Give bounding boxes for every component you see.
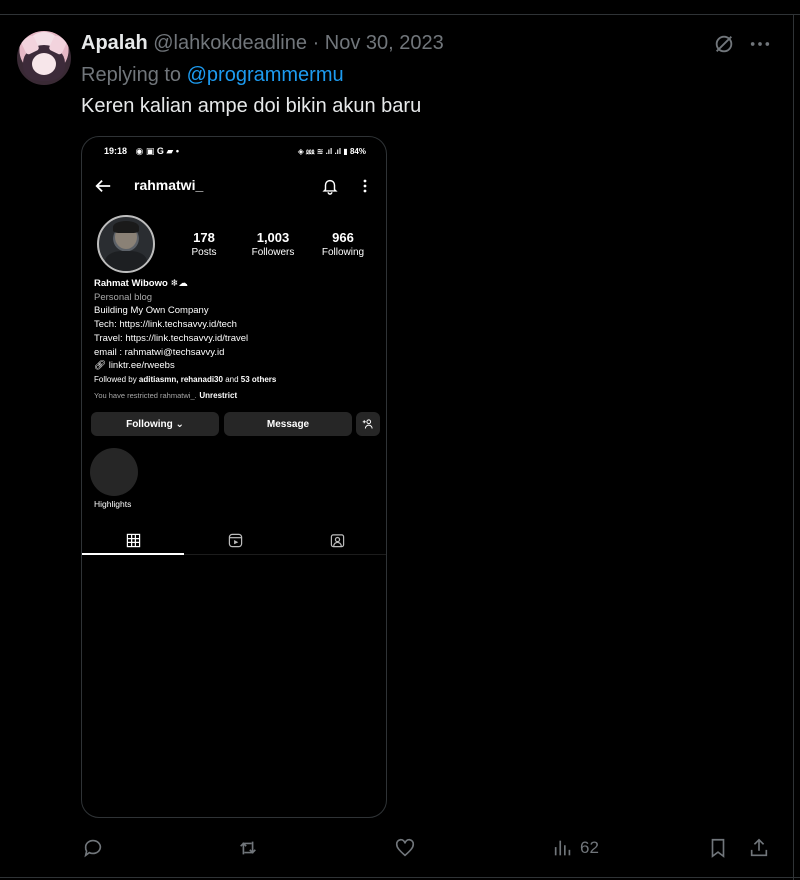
- highlight-circle: [90, 448, 138, 496]
- restricted-notice: You have restricted rahmatwi_. Unrestric…: [94, 389, 276, 403]
- restricted-text: You have restricted rahmatwi_.: [94, 390, 197, 400]
- tweet-date[interactable]: Nov 30, 2023: [325, 32, 444, 54]
- bio-line-1: Building My Own Company: [94, 305, 209, 317]
- attached-screenshot[interactable]: 19:18 ◉ ▣ G ▰ • ◈ ⅏ ≋ .ıl .ıl ▮ 84% rahm…: [81, 136, 387, 818]
- repost-button[interactable]: [237, 836, 259, 860]
- followed-by-prefix: Followed by: [94, 374, 137, 384]
- message-button: Message: [224, 412, 352, 436]
- bio-link: linktr.ee/rweebs: [108, 360, 175, 372]
- author-handle[interactable]: @lahkokdeadline: [153, 32, 307, 54]
- profile-avatar: [97, 215, 155, 273]
- followed-by-and: and: [225, 374, 239, 384]
- bio-line-2: Tech: https://link.techsavvy.id/tech: [94, 319, 237, 331]
- stat-following-value: 966: [332, 230, 354, 245]
- stat-posts-label: Posts: [191, 247, 217, 258]
- tweet-text: Keren kalian ampe doi bikin akun baru: [81, 95, 422, 117]
- stat-followers-value: 1,003: [256, 230, 290, 245]
- stat-posts-value: 178: [193, 230, 215, 245]
- heart-icon: [395, 838, 415, 857]
- status-battery: 84%: [349, 147, 366, 156]
- stat-posts: 178 Posts: [174, 230, 234, 258]
- views-count: 62: [580, 838, 599, 857]
- status-bar-right: ◈ ⅏ ≋ .ıl .ıl ▮ 84%: [298, 146, 366, 157]
- status-notification-icons: ◉ ▣ G ▰ •: [135, 146, 179, 156]
- tweet-header: Apalah @lahkokdeadline · Nov 30, 2023: [81, 32, 444, 55]
- bio-link-row: 🔗︎ linktr.ee/rweebs: [94, 359, 276, 373]
- share-icon: [750, 838, 768, 857]
- link-icon: 🔗︎: [94, 360, 107, 372]
- replying-to-mention[interactable]: @programmermu: [187, 64, 344, 86]
- author-avatar[interactable]: [17, 31, 71, 85]
- bio-line-3: Travel: https://link.techsavvy.id/travel: [94, 332, 249, 344]
- profile-avatar-hair: [113, 221, 139, 233]
- bio-category: Personal blog: [94, 291, 153, 303]
- avatar-face: [32, 53, 56, 75]
- repost-icon: [240, 841, 256, 855]
- followed-by-names: aditiasmn, rehanadi30: [138, 374, 223, 384]
- back-arrow-icon: [94, 177, 112, 195]
- author-name[interactable]: Apalah: [81, 32, 148, 54]
- bookmark-button[interactable]: [707, 836, 729, 860]
- status-bar-time: 19:18 ◉ ▣ G ▰ •: [104, 146, 179, 157]
- more-vertical-icon: [359, 177, 371, 195]
- views-icon: [554, 840, 571, 856]
- bell-icon: [321, 177, 339, 195]
- like-button[interactable]: [394, 836, 416, 860]
- add-person-icon: [356, 412, 380, 436]
- profile-avatar-body: [105, 251, 147, 271]
- replying-to-label: Replying to: [81, 64, 182, 86]
- followed-by-others: 53 others: [240, 374, 277, 384]
- reply-button[interactable]: [82, 836, 104, 860]
- ig-username: rahmatwi_: [134, 177, 204, 193]
- active-tab-indicator: [82, 553, 184, 555]
- bookmark-icon: [711, 838, 725, 858]
- profile-bio: Rahmat Wibowo ❄☁ Personal blog Building …: [94, 277, 276, 402]
- views-button[interactable]: 62: [552, 836, 599, 860]
- reels-icon: [184, 525, 286, 555]
- bio-line-4: email : rahmatwi@techsavvy.id: [94, 346, 225, 358]
- grid-icon: [82, 525, 184, 555]
- stat-followers-label: Followers: [251, 247, 295, 258]
- reply-icon: [84, 839, 102, 858]
- tagged-icon: [286, 525, 386, 555]
- header-separator: ·: [312, 32, 320, 54]
- following-button: Following ⌄: [91, 412, 219, 436]
- replying-to: Replying to @programmermu: [81, 64, 344, 87]
- stat-followers: 1,003 Followers: [243, 230, 303, 258]
- top-divider: [0, 14, 800, 15]
- followed-by: Followed by aditiasmn, rehanadi30 and 53…: [94, 373, 276, 387]
- status-time: 19:18: [104, 146, 128, 156]
- more-horizontal-icon[interactable]: [749, 33, 771, 55]
- highlights-label: Highlights: [94, 499, 132, 509]
- status-signal-icons: ◈ ⅏ ≋ .ıl .ıl ▮: [297, 147, 350, 156]
- stat-following-label: Following: [321, 247, 365, 258]
- bio-name: Rahmat Wibowo ❄☁: [94, 278, 188, 289]
- bottom-divider: [0, 877, 800, 878]
- grok-icon[interactable]: [713, 33, 735, 55]
- right-divider: [793, 14, 794, 880]
- unrestrict-link: Unrestrict: [199, 390, 238, 400]
- stat-following: 966 Following: [313, 230, 373, 258]
- share-button[interactable]: [748, 836, 770, 860]
